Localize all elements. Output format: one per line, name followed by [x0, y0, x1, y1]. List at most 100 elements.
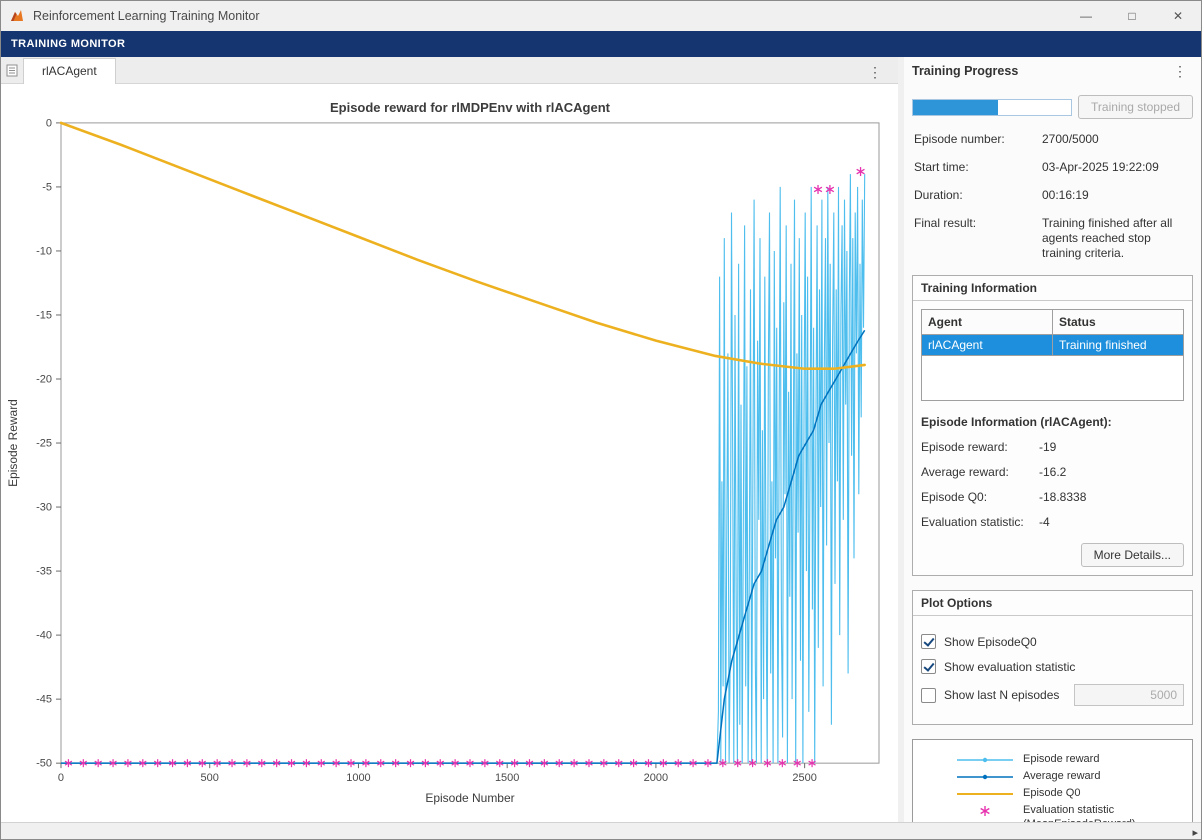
last-n-episodes-input[interactable] [1074, 684, 1184, 706]
svg-text:-35: -35 [36, 566, 52, 578]
field-episode-number: Episode number: 2700/5000 [914, 132, 1191, 147]
status-bar: ▸ [1, 822, 1201, 839]
legend-label: Episode reward [1023, 752, 1173, 767]
field-label: Start time: [914, 160, 1042, 175]
legend-item-episode-q0: Episode Q0 [913, 786, 1192, 801]
show-last-n-episodes-checkbox[interactable] [921, 688, 936, 703]
checkbox-label: Show last N episodes [944, 688, 1059, 702]
window-controls: — □ ✕ [1063, 1, 1201, 31]
show-episodeq0-checkbox[interactable] [921, 634, 936, 649]
field-label: Evaluation statistic: [921, 515, 1039, 529]
svg-text:0: 0 [58, 772, 64, 784]
training-stopped-button[interactable]: Training stopped [1078, 95, 1193, 119]
field-evaluation-statistic: Evaluation statistic: -4 [921, 515, 1184, 529]
svg-text:500: 500 [201, 772, 219, 784]
table-empty-area [921, 356, 1184, 401]
matlab-logo-icon [9, 8, 25, 24]
field-value: 00:16:19 [1042, 188, 1191, 203]
field-episode-q0: Episode Q0: -18.8338 [921, 490, 1184, 504]
plot-options-group: Plot Options Show EpisodeQ0 Show evaluat… [912, 590, 1193, 725]
document-area: rlACAgent ⋮ Episode reward for rlMDPEnv … [1, 57, 898, 822]
field-label: Average reward: [921, 465, 1039, 479]
tab-rlacagent[interactable]: rlACAgent [23, 58, 116, 84]
svg-text:-50: -50 [36, 758, 52, 770]
progress-row: Training stopped [912, 95, 1193, 119]
field-label: Episode number: [914, 132, 1042, 147]
svg-text:Episode reward for rlMDPEnv wi: Episode reward for rlMDPEnv with rlACAge… [330, 100, 611, 115]
svg-text:2000: 2000 [644, 772, 668, 784]
tab-rlacagent-label: rlACAgent [42, 64, 97, 78]
panel-title: Training Progress [912, 64, 1018, 78]
table-row[interactable]: rlACAgent Training finished [922, 335, 1184, 356]
episode-reward-line-icon [955, 752, 1015, 767]
toolstrip: TRAINING MONITOR [1, 31, 1201, 57]
figure-area: Episode reward for rlMDPEnv with rlACAge… [1, 84, 898, 822]
svg-text:-25: -25 [36, 438, 52, 450]
svg-text:1500: 1500 [495, 772, 519, 784]
document-actions-kebab-icon[interactable]: ⋮ [862, 61, 888, 83]
field-value: 03-Apr-2025 19:22:09 [1042, 160, 1191, 175]
column-header-status: Status [1053, 310, 1184, 335]
field-value: -18.8338 [1039, 490, 1086, 504]
group-title: Plot Options [913, 591, 1192, 616]
show-episodeq0-row: Show EpisodeQ0 [921, 634, 1184, 649]
average-reward-line-icon [955, 769, 1015, 784]
field-label: Duration: [914, 188, 1042, 203]
svg-text:0: 0 [46, 117, 52, 129]
training-progress-panel: Training Progress ⋮ Training stopped Epi… [904, 57, 1201, 822]
app-window: Reinforcement Learning Training Monitor … [0, 0, 1202, 840]
episode-q0-line-icon [955, 786, 1015, 801]
svg-text:Episode Reward: Episode Reward [6, 399, 20, 487]
field-value: Training finished after all agents reach… [1042, 216, 1191, 261]
panel-header: Training Progress ⋮ [912, 57, 1193, 85]
svg-text:-30: -30 [36, 502, 52, 514]
svg-text:-15: -15 [36, 309, 52, 321]
field-value: -19 [1039, 440, 1056, 454]
field-label: Episode reward: [921, 440, 1039, 454]
close-button[interactable]: ✕ [1155, 1, 1201, 31]
legend-item-episode-reward: Episode reward [913, 752, 1192, 767]
training-progress-bar [912, 99, 1072, 116]
cell-agent: rlACAgent [922, 335, 1053, 356]
field-average-reward: Average reward: -16.2 [921, 465, 1184, 479]
minimize-button[interactable]: — [1063, 1, 1109, 31]
svg-text:-45: -45 [36, 694, 52, 706]
show-evaluation-statistic-checkbox[interactable] [921, 659, 936, 674]
field-label: Episode Q0: [921, 490, 1039, 504]
document-tab-bar: rlACAgent ⋮ [1, 57, 898, 84]
resize-grip-icon[interactable]: ▸ [1192, 826, 1198, 839]
panel-actions-kebab-icon[interactable]: ⋮ [1167, 60, 1193, 82]
field-final-result: Final result: Training finished after al… [914, 216, 1191, 261]
maximize-button[interactable]: □ [1109, 1, 1155, 31]
window-title: Reinforcement Learning Training Monitor [33, 9, 260, 23]
more-details-button[interactable]: More Details... [1081, 543, 1184, 567]
column-header-agent: Agent [922, 310, 1053, 335]
field-value: -4 [1039, 515, 1050, 529]
legend-item-average-reward: Average reward [913, 769, 1192, 784]
svg-text:-20: -20 [36, 374, 52, 386]
field-label: Final result: [914, 216, 1042, 261]
legend-label: Evaluation statistic (MeanEpisodeReward) [1023, 803, 1173, 822]
main-content: rlACAgent ⋮ Episode reward for rlMDPEnv … [1, 57, 1201, 822]
legend-label: Average reward [1023, 769, 1173, 784]
legend-item-evaluation-statistic: Evaluation statistic (MeanEpisodeReward) [913, 803, 1192, 822]
field-value: 2700/5000 [1042, 132, 1191, 147]
episode-information-title: Episode Information (rlACAgent): [921, 415, 1184, 429]
legend-label: Episode Q0 [1023, 786, 1173, 801]
chart-legend: Episode reward Average reward Episode Q0… [912, 739, 1193, 822]
tab-training-monitor[interactable]: TRAINING MONITOR [1, 38, 135, 50]
svg-text:Episode Number: Episode Number [425, 791, 514, 805]
training-chart: Episode reward for rlMDPEnv with rlACAge… [1, 84, 898, 822]
field-duration: Duration: 00:16:19 [914, 188, 1191, 203]
svg-text:-5: -5 [42, 181, 52, 193]
cell-status: Training finished [1053, 335, 1184, 356]
checkbox-label: Show evaluation statistic [944, 660, 1075, 674]
svg-text:-10: -10 [36, 245, 52, 257]
show-evaluation-statistic-row: Show evaluation statistic [921, 659, 1184, 674]
checkbox-label: Show EpisodeQ0 [944, 635, 1037, 649]
evaluation-statistic-asterisk-icon [955, 803, 1015, 818]
show-last-n-episodes-row: Show last N episodes [921, 684, 1184, 706]
training-information-group: Training Information Agent Status rlACAg… [912, 275, 1193, 576]
svg-text:-40: -40 [36, 630, 52, 642]
document-list-icon[interactable] [1, 58, 23, 83]
